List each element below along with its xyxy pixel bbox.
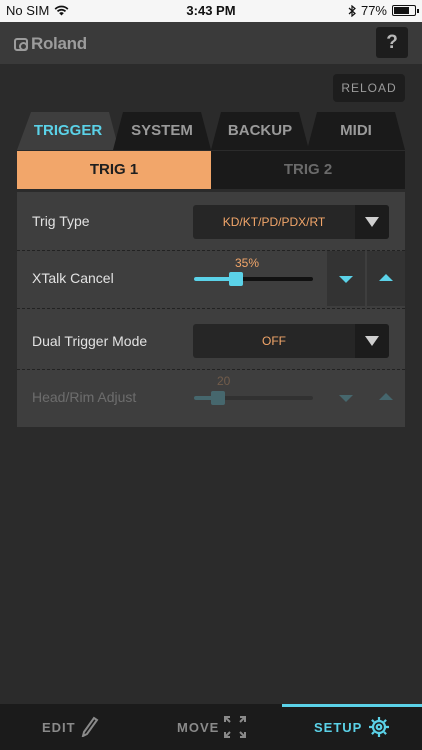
status-right: 77% <box>348 3 419 18</box>
head-rim-adjust-increase-button <box>367 370 405 425</box>
dual-trigger-mode-row: Dual Trigger Mode OFF <box>17 309 405 369</box>
xtalk-cancel-slider-thumb[interactable] <box>228 272 243 286</box>
expand-arrows-icon <box>224 716 246 738</box>
tab-system-label: SYSTEM <box>131 122 193 139</box>
tab-backup[interactable]: BACKUP <box>211 112 309 150</box>
reload-button[interactable]: RELOAD <box>333 74 405 102</box>
brand-name: Roland <box>31 34 87 53</box>
nav-setup[interactable]: SETUP <box>282 704 422 750</box>
tab-midi[interactable]: MIDI <box>307 112 405 150</box>
xtalk-cancel-value: 35% <box>235 256 260 270</box>
xtalk-cancel-label: XTalk Cancel <box>32 270 114 286</box>
dual-trigger-mode-label: Dual Trigger Mode <box>32 333 148 349</box>
trig-type-select[interactable]: KD/KT/PD/PDX/RT <box>193 205 389 239</box>
bottom-navigation: EDIT MOVE SETUP <box>0 704 422 750</box>
xtalk-cancel-row: XTalk Cancel 35% <box>17 251 405 308</box>
nav-edit[interactable]: EDIT <box>0 704 140 750</box>
head-rim-adjust-row: Head/Rim Adjust 20 <box>17 370 405 427</box>
gear-icon <box>369 717 389 737</box>
nav-edit-label: EDIT <box>42 720 76 735</box>
trig-type-label: Trig Type <box>32 213 90 229</box>
trig-type-row: Trig Type KD/KT/PD/PDX/RT <box>17 192 405 250</box>
tab-midi-label: MIDI <box>340 122 372 139</box>
tab-trigger-label: TRIGGER <box>33 122 103 139</box>
dropdown-arrow-icon <box>355 324 389 358</box>
dropdown-arrow-icon <box>355 205 389 239</box>
head-rim-adjust-slider <box>194 391 313 405</box>
battery-icon <box>392 5 419 16</box>
subtab-trig-2[interactable]: TRIG 2 <box>211 151 405 189</box>
app-header: Roland ? <box>0 22 422 64</box>
tab-trigger[interactable]: TRIGGER <box>17 112 119 150</box>
trigger-subtabs: TRIG 1 TRIG 2 <box>17 151 405 189</box>
nav-move[interactable]: MOVE <box>140 704 280 750</box>
help-button[interactable]: ? <box>376 27 408 58</box>
main-tabs: TRIGGER SYSTEM BACKUP MIDI <box>17 112 405 150</box>
head-rim-adjust-label: Head/Rim Adjust <box>32 389 137 405</box>
bluetooth-icon <box>348 4 356 17</box>
xtalk-cancel-increase-button[interactable] <box>367 251 405 306</box>
nav-move-label: MOVE <box>177 720 220 735</box>
trig-type-value: KD/KT/PD/PDX/RT <box>222 215 326 229</box>
battery-percent: 77% <box>360 3 387 18</box>
head-rim-adjust-decrease-button <box>327 370 365 425</box>
pencil-icon <box>81 716 99 737</box>
trigger-parameter-panel: Trig Type KD/KT/PD/PDX/RT XTalk Cancel 3… <box>17 192 405 427</box>
dual-trigger-mode-value: OFF <box>262 334 286 348</box>
xtalk-cancel-decrease-button[interactable] <box>327 251 365 306</box>
xtalk-cancel-slider[interactable] <box>194 272 313 286</box>
battery-fill <box>394 7 410 14</box>
tab-backup-label: BACKUP <box>227 122 293 139</box>
roland-logo: Roland <box>14 34 87 54</box>
subtab-trig-1[interactable]: TRIG 1 <box>17 151 211 189</box>
head-rim-adjust-value: 20 <box>217 374 231 388</box>
head-rim-adjust-slider-thumb <box>210 391 225 405</box>
nav-setup-label: SETUP <box>314 720 363 735</box>
dual-trigger-mode-select[interactable]: OFF <box>193 324 389 358</box>
status-bar: No SIM 3:43 PM 77% <box>0 0 422 22</box>
roland-logo-mark-icon <box>14 37 28 51</box>
tab-system[interactable]: SYSTEM <box>113 112 211 150</box>
